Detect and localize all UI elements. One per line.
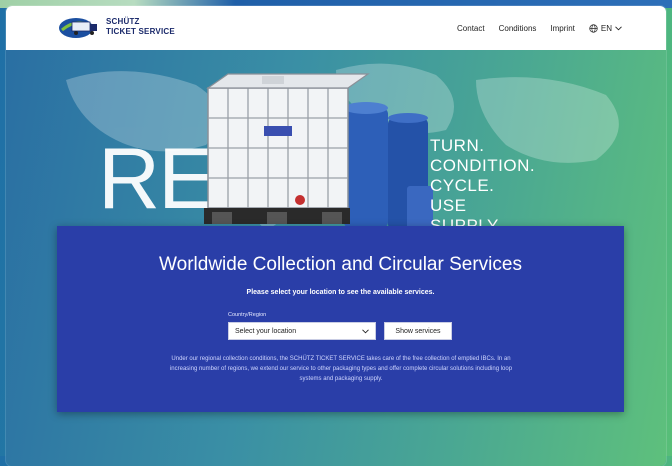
- panel-description: Under our regional collection conditions…: [169, 356, 513, 382]
- site-header: SCHÜTZ TICKET SERVICE Contact Conditions…: [6, 6, 666, 50]
- hero-words: TURN. CONDITION. CYCLE. USE SUPPLY.: [430, 136, 535, 236]
- site-logo[interactable]: SCHÜTZ TICKET SERVICE: [58, 14, 175, 40]
- top-nav: Contact Conditions Imprint EN: [457, 6, 622, 50]
- panel-subtitle: Please select your location to see the a…: [246, 289, 435, 296]
- logo-truck-icon: [58, 14, 100, 40]
- nav-contact[interactable]: Contact: [457, 24, 485, 33]
- hero-big-text: RE: [98, 131, 215, 227]
- browser-frame: SCHÜTZ TICKET SERVICE Contact Conditions…: [6, 6, 666, 466]
- language-selector[interactable]: EN: [589, 24, 622, 33]
- hero-section: RE TURN. CONDITION. CYCLE. USE Worldwide…: [6, 50, 666, 466]
- language-label: EN: [600, 23, 612, 33]
- location-select[interactable]: Select your location: [228, 322, 376, 340]
- chevron-down-icon: [615, 25, 622, 30]
- hero-word: TURN.: [430, 136, 485, 155]
- country-region-label: Country/Region: [228, 312, 267, 318]
- hero-word: CONDITION.: [430, 156, 536, 175]
- location-select-value: Select your location: [235, 327, 297, 335]
- hero-word: USE: [430, 196, 467, 215]
- logo-line2: TICKET SERVICE: [106, 27, 175, 36]
- globe-icon: [589, 23, 598, 33]
- location-panel: Worldwide Collection and Circular Servic…: [57, 226, 624, 412]
- panel-title: Worldwide Collection and Circular Servic…: [159, 254, 522, 275]
- logo-line1: SCHÜTZ: [106, 17, 140, 26]
- show-services-button[interactable]: Show services: [384, 322, 452, 340]
- nav-conditions[interactable]: Conditions: [499, 24, 537, 33]
- nav-imprint[interactable]: Imprint: [550, 24, 574, 33]
- hero-word: CYCLE.: [430, 176, 495, 195]
- chevron-down-icon: [362, 328, 369, 333]
- ibc-containers-image: [204, 73, 433, 230]
